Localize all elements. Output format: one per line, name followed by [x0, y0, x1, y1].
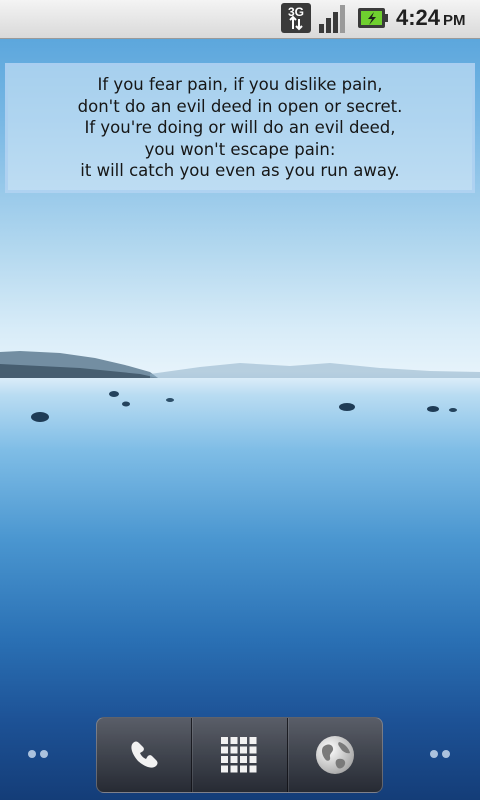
dot-icon [40, 750, 48, 758]
quote-line: don't do an evil deed in open or secret. [77, 96, 403, 116]
clock: 4:24 PM [396, 5, 466, 31]
app-grid-icon [221, 737, 257, 773]
browser-button[interactable] [286, 718, 382, 792]
signal-strength-icon [319, 5, 345, 33]
quote-widget[interactable]: If you fear pain, if you dislike pain, d… [5, 63, 475, 193]
dot-icon [430, 750, 438, 758]
svg-text:3G: 3G [288, 5, 304, 19]
quote-line: If you're doing or will do an evil deed, [84, 118, 396, 138]
home-screen: 3G 4:24 PM If you fear pain, if you disl… [0, 0, 480, 800]
network-3g-icon: 3G [281, 3, 311, 33]
next-screen-indicator[interactable] [430, 750, 452, 760]
phone-button[interactable] [97, 718, 191, 792]
globe-icon [315, 736, 354, 774]
battery-charging-icon [358, 8, 388, 28]
status-bar[interactable]: 3G 4:24 PM [0, 0, 480, 39]
app-drawer-button[interactable] [191, 718, 286, 792]
previous-screen-indicator[interactable] [28, 750, 50, 760]
wallpaper-landscape [0, 351, 480, 422]
quote-line: you won't escape pain: [144, 139, 336, 159]
clock-time: 4:24 [396, 5, 441, 30]
launcher-dock [96, 717, 383, 793]
quote-line: it will catch you even as you run away. [80, 161, 400, 181]
dot-icon [28, 750, 36, 758]
clock-ampm: PM [443, 12, 466, 29]
dot-icon [442, 750, 450, 758]
quote-line: If you fear pain, if you dislike pain, [97, 75, 383, 95]
phone-icon [131, 741, 158, 768]
